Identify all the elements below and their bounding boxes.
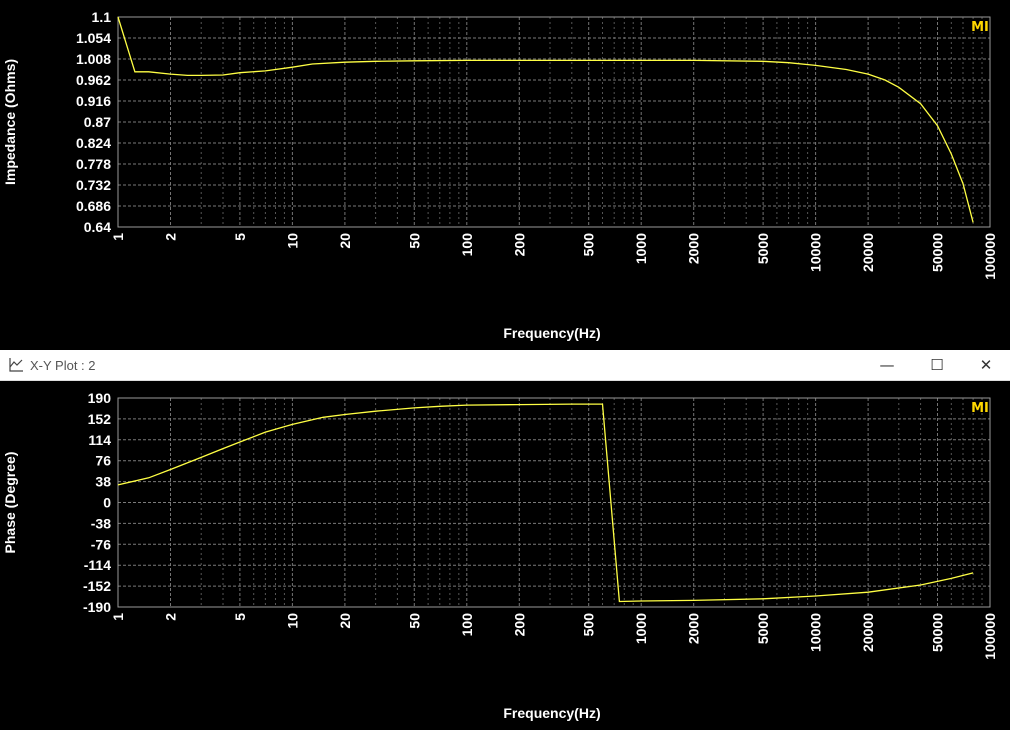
x-tick-label: 1000 <box>633 233 649 264</box>
x-tick-label: 200 <box>511 233 527 257</box>
x-tick-label: 2000 <box>686 613 702 644</box>
grid <box>118 398 990 607</box>
x-tick-label: 5 <box>232 613 248 621</box>
y-tick-label: 1.008 <box>76 51 111 67</box>
x-tick-label: 10000 <box>808 613 824 652</box>
mi-badge-icon: MI <box>971 401 989 416</box>
x-tick-label: 200 <box>511 613 527 637</box>
maximize-button[interactable]: ☐ <box>927 355 947 375</box>
y-tick-label: 38 <box>95 474 111 490</box>
x-tick-label: 2 <box>162 613 178 621</box>
x-tick-label: 2 <box>162 233 178 241</box>
x-tick-labels: 1 2 5 10 20 50 100 200 500 1000 2000 5000 10000 20000… <box>110 233 998 280</box>
y-tick-label: 0.64 <box>84 219 111 235</box>
mi-badge-icon: MI <box>971 20 989 35</box>
y-tick-label: 76 <box>95 453 111 469</box>
x-tick-label: 1000 <box>633 613 649 644</box>
window-title: X-Y Plot : 2 <box>30 358 96 373</box>
y-tick-label: 1.1 <box>92 9 112 25</box>
y-tick-label: 0.87 <box>84 114 111 130</box>
y-tick-label: -38 <box>91 515 111 531</box>
y-tick-label: -76 <box>91 536 111 552</box>
x-tick-label: 5000 <box>755 613 771 644</box>
y-tick-label: 0.778 <box>76 156 111 172</box>
y-tick-label: 0.686 <box>76 198 111 214</box>
y-tick-label: 0.962 <box>76 72 111 88</box>
x-tick-labels: 1 2 5 10 20 50 100 200 500 1000 2000 5000 10000 20000… <box>110 613 998 660</box>
grid <box>118 17 990 227</box>
x-tick-label: 5 <box>232 233 248 241</box>
x-tick-label: 20000 <box>860 233 876 272</box>
y-tick-label: -152 <box>83 578 111 594</box>
x-tick-label: 500 <box>581 613 597 637</box>
close-button[interactable]: ✕ <box>976 355 996 375</box>
x-tick-label: 5000 <box>755 233 771 264</box>
x-tick-label: 10 <box>284 233 300 249</box>
y-tick-label: 152 <box>88 411 112 427</box>
x-tick-label: 50000 <box>930 233 946 272</box>
x-tick-label: 50 <box>406 613 422 629</box>
y-tick-label: 190 <box>88 390 112 406</box>
phase-plot-panel: 190 152 114 76 38 0 -38 -76 -114 -152 -190 1 2 5 10 20… <box>0 381 1010 730</box>
y-tick-label: 0.824 <box>76 135 111 151</box>
y-axis-label: Impedance (Ohms) <box>2 59 18 185</box>
impedance-chart: 1.1 1.054 1.008 0.962 0.916 0.87 0.824 0.778 0.7… <box>2 9 998 341</box>
x-axis-label: Frequency(Hz) <box>503 325 600 341</box>
x-axis-label: Frequency(Hz) <box>503 705 600 721</box>
x-tick-label: 50000 <box>930 613 946 652</box>
x-tick-label: 1 <box>110 233 126 241</box>
x-tick-label: 2000 <box>686 233 702 264</box>
x-tick-label: 500 <box>581 233 597 257</box>
y-tick-labels: 1.1 1.054 1.008 0.962 0.916 0.87 0.824 0.778 0.7… <box>76 9 111 235</box>
y-tick-labels: 190 152 114 76 38 0 -38 -76 -114 -152 -190 <box>83 390 111 615</box>
y-tick-label: 0.916 <box>76 93 111 109</box>
xy-plot-icon <box>9 358 23 372</box>
x-tick-label: 20 <box>337 233 353 249</box>
x-tick-label: 100 <box>459 613 475 637</box>
y-tick-label: 0.732 <box>76 177 111 193</box>
minimize-button[interactable]: — <box>877 355 897 375</box>
x-tick-label: 20000 <box>860 613 876 652</box>
window-titlebar[interactable]: X-Y Plot : 2 — ☐ ✕ <box>0 350 1010 381</box>
x-tick-label: 100 <box>459 233 475 257</box>
status-bar <box>0 730 1010 734</box>
x-tick-label: 10 <box>284 613 300 629</box>
y-tick-label: 114 <box>88 432 111 448</box>
x-tick-label: 10000 <box>808 233 824 272</box>
y-tick-label: -114 <box>84 557 111 573</box>
impedance-series-line <box>117 16 974 223</box>
impedance-plot-panel: 1.1 1.054 1.008 0.962 0.916 0.87 0.824 0.778 0.7… <box>0 0 1010 350</box>
x-tick-label: 1 <box>110 613 126 621</box>
x-tick-label: 100000 <box>982 613 998 660</box>
y-tick-label: 1.054 <box>76 30 111 46</box>
y-axis-label: Phase (Degree) <box>2 452 18 554</box>
phase-chart: 190 152 114 76 38 0 -38 -76 -114 -152 -190 1 2 5 10 20… <box>2 390 998 721</box>
x-tick-label: 50 <box>406 233 422 249</box>
y-tick-label: 0 <box>103 495 111 511</box>
y-tick-label: -190 <box>83 599 111 615</box>
x-tick-label: 20 <box>337 613 353 629</box>
x-tick-label: 100000 <box>982 233 998 280</box>
